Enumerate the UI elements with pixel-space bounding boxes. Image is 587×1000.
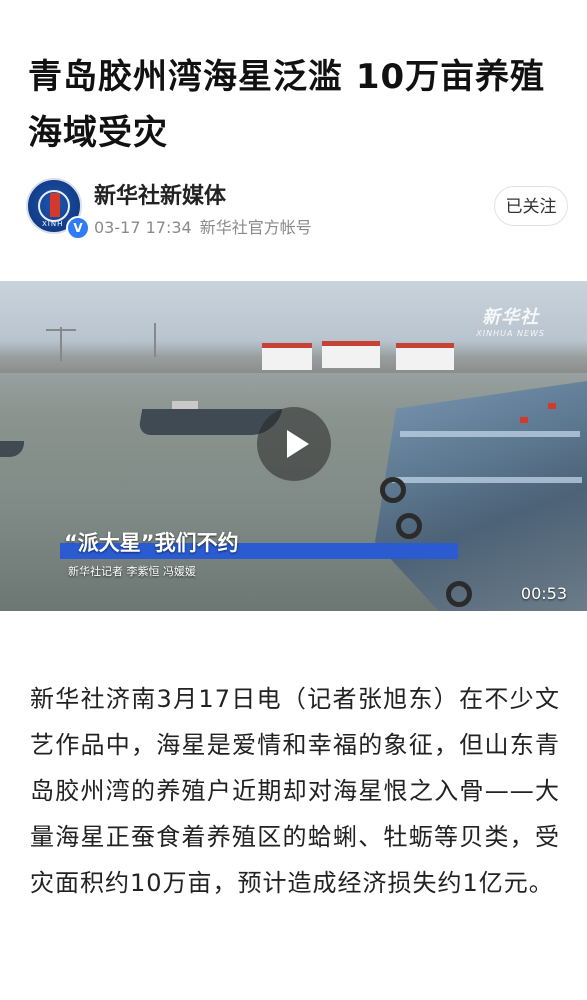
video-dock-stripe: [392, 477, 582, 483]
watermark-en: XINHUA NEWS: [476, 329, 545, 338]
watermark-cn: 新华社: [482, 307, 540, 328]
video-boat: [0, 441, 24, 457]
video-crane: [60, 327, 62, 361]
video-dock-stripe: [400, 431, 580, 437]
video-dock-boats: [375, 381, 587, 611]
video-tire: [396, 513, 422, 539]
video-building: [262, 343, 312, 370]
play-icon[interactable]: [257, 407, 331, 481]
author-name[interactable]: 新华社新媒体: [94, 178, 226, 210]
author-meta: 03-17 17:34 新华社官方帐号: [94, 214, 312, 238]
follow-button[interactable]: 已关注: [494, 186, 568, 226]
video-tire: [380, 477, 406, 503]
video-caption-title: “派大星”我们不约: [64, 531, 239, 555]
video-building: [396, 343, 454, 370]
account-type: 新华社官方帐号: [199, 218, 312, 237]
publish-date: 03-17 17:34: [94, 218, 192, 237]
video-player[interactable]: 新华社 XINHUA NEWS “派大星”我们不约 新华社记者 李紫恒 冯媛媛 …: [0, 281, 587, 611]
video-crane: [154, 323, 156, 357]
article-title: 青岛胶州湾海星泛滥 10万亩养殖海域受灾: [28, 56, 546, 153]
article-body-paragraph: 新华社济南3月17日电（记者张旭东）在不少文艺作品中，海星是爱情和幸福的象征，但…: [30, 685, 560, 897]
video-flag: [548, 403, 556, 409]
video-caption-credit: 新华社记者 李紫恒 冯媛媛: [68, 565, 196, 578]
avatar-text: XINH: [42, 220, 64, 228]
video-crane-arm: [46, 329, 76, 331]
verified-badge-icon: V: [66, 216, 90, 240]
author-row: XINH V 新华社新媒体 03-17 17:34 新华社官方帐号 已关注: [26, 178, 568, 240]
video-tire: [446, 581, 472, 607]
video-flag: [520, 417, 528, 423]
video-watermark: 新华社 XINHUA NEWS: [476, 303, 545, 338]
video-duration: 00:53: [520, 584, 567, 603]
video-building: [322, 341, 380, 368]
avatar-tower-icon: [50, 193, 60, 217]
